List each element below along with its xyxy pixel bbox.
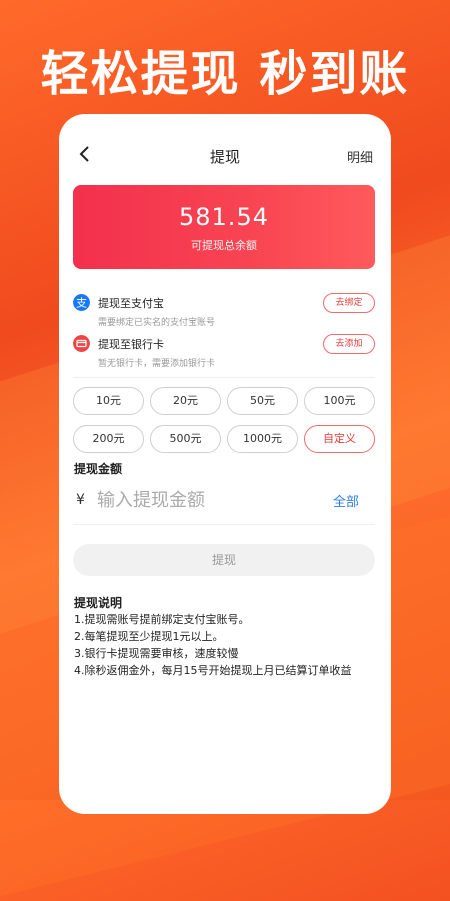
balance-card: 581.54 可提现总余额 — [73, 185, 375, 269]
amount-option[interactable]: 500元 — [150, 425, 221, 453]
page-title: 提现 — [209, 148, 240, 166]
balance-amount: 581.54 — [179, 203, 269, 231]
method-desc: 需要绑定已实名的支付宝账号 — [98, 318, 216, 328]
add-bank-card-button[interactable]: 去添加 — [323, 334, 375, 354]
alipay-icon: 支 — [73, 294, 90, 311]
amount-input[interactable] — [95, 484, 319, 516]
method-desc: 暂无银行卡，需要添加银行卡 — [98, 359, 216, 369]
withdraw-method-bank: 提现至银行卡 暂无银行卡，需要添加银行卡 去添加 — [73, 332, 375, 372]
withdraw-method-alipay: 支 提现至支付宝 需要绑定已实名的支付宝账号 去绑定 — [73, 291, 375, 331]
amount-option[interactable]: 100元 — [304, 387, 375, 415]
notes-list: 1.提现需账号提前绑定支付宝账号。 2.每笔提现至少提现1元以上。 3.银行卡提… — [74, 611, 374, 679]
promo-headline: 轻松提现 秒到账 — [40, 46, 410, 102]
method-title: 提现至银行卡 — [98, 338, 164, 351]
note-item: 2.每笔提现至少提现1元以上。 — [74, 630, 224, 643]
nav-bar: 提现 明细 — [59, 114, 391, 194]
amount-option[interactable]: 1000元 — [227, 425, 298, 453]
bind-alipay-button[interactable]: 去绑定 — [323, 293, 375, 313]
withdraw-submit-button[interactable]: 提现 — [73, 544, 375, 576]
notes-title: 提现说明 — [74, 596, 123, 610]
amount-option[interactable]: 20元 — [150, 387, 221, 415]
amount-option[interactable]: 200元 — [73, 425, 144, 453]
note-item: 1.提现需账号提前绑定支付宝账号。 — [74, 613, 250, 626]
amount-option[interactable]: 50元 — [227, 387, 298, 415]
withdraw-all-link[interactable]: 全部 — [333, 491, 359, 510]
balance-label: 可提现总余额 — [191, 239, 257, 252]
currency-symbol: ¥ — [76, 492, 85, 508]
svg-text:支: 支 — [76, 297, 87, 310]
method-title: 提现至支付宝 — [98, 297, 164, 310]
amount-label: 提现金额 — [74, 462, 123, 476]
note-item: 4.除秒返佣金外，每月15号开始提现上月已结算订单收益 — [74, 664, 352, 677]
phone-screen: 提现 明细 581.54 可提现总余额 支 提现至支付宝 需要绑定已实名的支付宝… — [59, 114, 391, 814]
custom-amount-option[interactable]: 自定义 — [304, 425, 375, 453]
note-item: 3.银行卡提现需要审核，速度较慢 — [74, 647, 239, 660]
divider — [73, 377, 375, 378]
amount-option[interactable]: 10元 — [73, 387, 144, 415]
bank-card-icon — [73, 335, 90, 352]
detail-link[interactable]: 明细 — [347, 147, 373, 166]
divider — [73, 524, 375, 525]
